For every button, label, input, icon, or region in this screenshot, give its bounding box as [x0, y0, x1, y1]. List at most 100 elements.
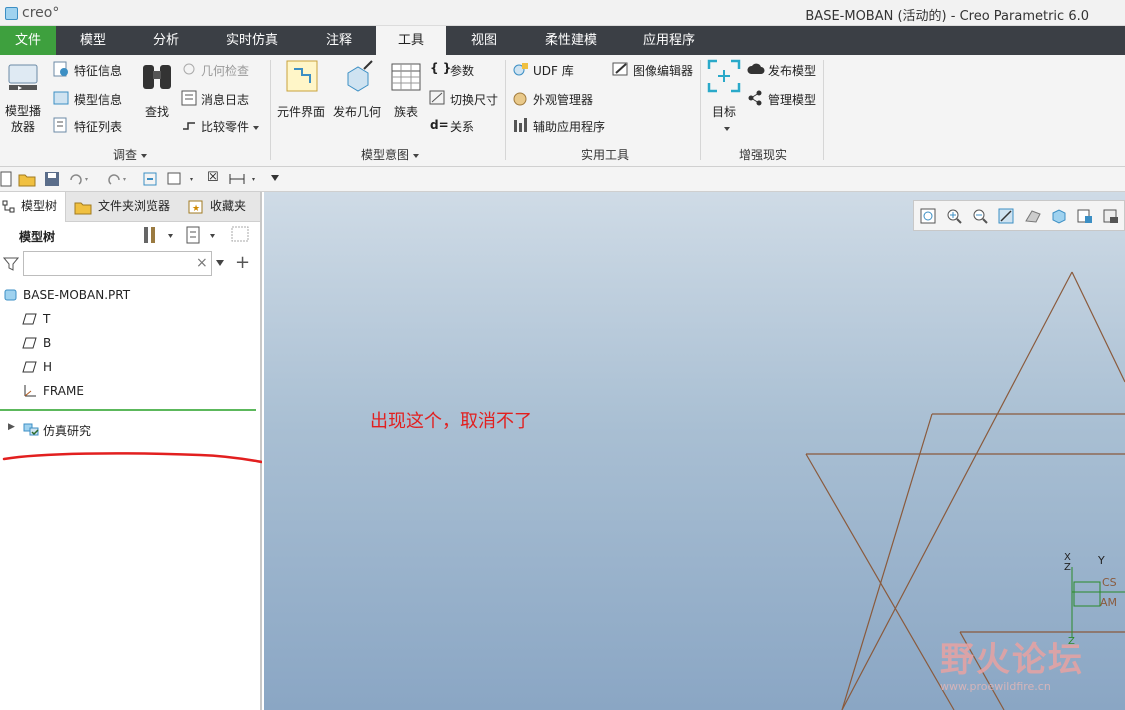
- tab-model[interactable]: 模型: [56, 26, 130, 55]
- group-separator: [823, 60, 824, 160]
- target-button[interactable]: 目标: [712, 103, 736, 120]
- tab-flexible-modeling[interactable]: 柔性建模: [522, 26, 620, 55]
- tab-analysis[interactable]: 分析: [130, 26, 202, 55]
- undo-icon[interactable]: [67, 171, 93, 187]
- tab-view[interactable]: 视图: [446, 26, 522, 55]
- switch-dimensions-button[interactable]: 切换尺寸: [450, 91, 498, 108]
- tree-item-frame[interactable]: FRAME: [43, 384, 84, 398]
- tree-item-datum-t[interactable]: T: [43, 312, 50, 326]
- model-tree-search-input[interactable]: [23, 251, 212, 276]
- target-icon: [707, 59, 741, 93]
- app-logo[interactable]: creo°: [5, 4, 59, 22]
- appearance-manager-button[interactable]: 外观管理器: [533, 91, 593, 108]
- component-interface-icon: [286, 60, 318, 92]
- csys-icon: [24, 385, 36, 397]
- close-window-icon[interactable]: ☒: [207, 170, 219, 185]
- model-player-button[interactable]: 模型播放器: [0, 103, 46, 135]
- tab-live-simulation[interactable]: 实时仿真: [202, 26, 302, 55]
- family-table-button[interactable]: 族表: [394, 103, 418, 120]
- group-label-investigate[interactable]: 调查: [100, 146, 160, 163]
- datum-plane-icon: [22, 313, 37, 325]
- model-intent-label: 模型意图: [360, 148, 409, 162]
- group-separator: [700, 60, 701, 160]
- redo-icon[interactable]: [105, 171, 131, 187]
- annotation-text: 出现这个，取消不了: [370, 411, 532, 432]
- tree-item-part[interactable]: BASE-MOBAN.PRT: [23, 288, 130, 302]
- feature-list-button[interactable]: 特征列表: [74, 118, 122, 135]
- feature-info-icon: [53, 61, 68, 77]
- parameters-button[interactable]: 参数: [450, 62, 474, 79]
- publish-geometry-button[interactable]: 发布几何: [333, 103, 381, 120]
- geometry-check-icon: [183, 63, 195, 75]
- clear-search-icon[interactable]: ×: [196, 255, 208, 271]
- dimension-icon[interactable]: [228, 171, 262, 187]
- tab-model-tree[interactable]: 模型树: [0, 192, 66, 222]
- expand-arrow-icon[interactable]: ▶: [8, 422, 15, 432]
- open-folder-icon[interactable]: [18, 171, 36, 187]
- tree-item-simulation-study[interactable]: 仿真研究: [43, 422, 91, 439]
- ribbon: 模型播放器 特征信息 模型信息 特征列表 查找 几何检查 消息日志 比较零件 调…: [0, 55, 1125, 167]
- windows-icon[interactable]: [166, 171, 198, 187]
- chevron-down-icon: [253, 125, 260, 130]
- svg-text:★: ★: [192, 204, 200, 214]
- csys-label: CS: [1102, 576, 1117, 589]
- logo-text: creo°: [22, 5, 60, 21]
- title-bar: creo° BASE-MOBAN (活动的) - Creo Parametric…: [0, 0, 1125, 26]
- investigate-label: 调查: [112, 148, 137, 162]
- part-icon: [4, 289, 17, 301]
- tree-item-datum-h[interactable]: H: [43, 360, 52, 374]
- relations-button[interactable]: 关系: [450, 118, 474, 135]
- group-label-model-intent[interactable]: 模型意图: [350, 146, 430, 163]
- relations-icon: d=: [430, 118, 449, 132]
- find-button[interactable]: 查找: [145, 103, 169, 120]
- geometry-edge: [841, 413, 933, 710]
- image-editor-button[interactable]: 图像编辑器: [633, 62, 693, 79]
- tree-icon: [2, 200, 15, 213]
- udf-library-icon: [513, 63, 528, 76]
- udf-library-button[interactable]: UDF 库: [533, 62, 574, 79]
- feature-info-button[interactable]: 特征信息: [74, 62, 122, 79]
- tab-favorites-label: 收藏夹: [210, 199, 247, 213]
- new-file-icon[interactable]: [0, 171, 12, 187]
- geometry-edge: [1071, 271, 1125, 383]
- aux-applications-icon: [514, 118, 527, 132]
- image-editor-icon: [612, 62, 628, 76]
- publish-model-button[interactable]: 发布模型: [768, 62, 816, 79]
- aux-applications-button[interactable]: 辅助应用程序: [533, 118, 605, 135]
- compare-part-button[interactable]: 比较零件: [201, 118, 260, 135]
- settings-icon[interactable]: [142, 225, 178, 245]
- tab-applications[interactable]: 应用程序: [620, 26, 718, 55]
- chevron-down-icon: [141, 153, 147, 158]
- graphics-viewport[interactable]: X Y Z CS AM Z 出现这个，取消不了 野火论坛 www.proewil…: [264, 192, 1125, 710]
- customize-toolbar-icon[interactable]: [270, 173, 280, 183]
- search-options-icon[interactable]: [215, 258, 225, 268]
- show-icon[interactable]: [185, 225, 221, 245]
- save-icon[interactable]: [43, 171, 61, 187]
- switch-dimensions-icon: [429, 90, 445, 105]
- axis-label-y: Y: [1098, 554, 1105, 567]
- message-log-button[interactable]: 消息日志: [201, 91, 249, 108]
- tab-annotate[interactable]: 注释: [302, 26, 376, 55]
- axis-label-z: Z: [1064, 562, 1071, 573]
- tree-item-datum-b[interactable]: B: [43, 336, 51, 350]
- quick-access-toolbar: ☒: [0, 167, 1125, 192]
- tab-favorites[interactable]: ★ 收藏夹: [186, 192, 260, 222]
- tab-model-tree-label: 模型树: [21, 199, 58, 213]
- model-info-icon: [53, 91, 69, 105]
- datum-plane-icon: [22, 337, 37, 349]
- add-filter-icon[interactable]: +: [235, 252, 250, 273]
- tab-tools[interactable]: 工具: [376, 26, 446, 55]
- group-separator: [505, 60, 506, 160]
- geometry-check-button[interactable]: 几何检查: [201, 62, 249, 79]
- manage-model-button[interactable]: 管理模型: [768, 91, 816, 108]
- tab-file[interactable]: 文件: [0, 26, 56, 55]
- component-interface-button[interactable]: 元件界面: [277, 103, 325, 120]
- target-dropdown[interactable]: [720, 121, 730, 135]
- filter-icon[interactable]: [3, 256, 19, 272]
- red-underline-mark: [2, 452, 262, 464]
- family-table-icon: [391, 63, 421, 91]
- tab-folder-browser[interactable]: 文件夹浏览器: [74, 192, 184, 222]
- group-label-utilities: 实用工具: [580, 148, 629, 162]
- regenerate-icon[interactable]: [142, 171, 160, 187]
- model-info-button[interactable]: 模型信息: [74, 91, 122, 108]
